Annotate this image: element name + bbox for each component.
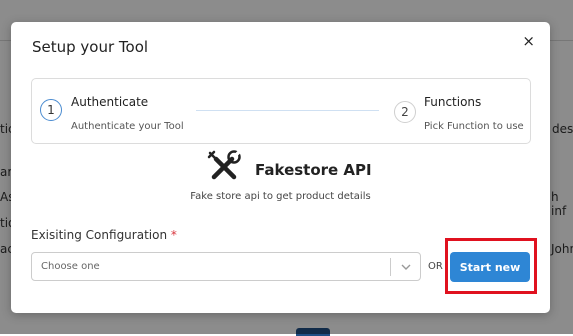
config-label-text: Exisiting Configuration bbox=[31, 228, 168, 242]
setup-tool-modal: Setup your Tool × 1 Authenticate Authent… bbox=[11, 22, 550, 313]
start-new-button[interactable]: Start new bbox=[450, 252, 530, 282]
stepper: 1 Authenticate Authenticate your Tool 2 … bbox=[31, 78, 531, 144]
config-label: Exisiting Configuration * bbox=[31, 228, 177, 242]
step-1-title[interactable]: Authenticate bbox=[71, 95, 148, 109]
close-icon[interactable]: × bbox=[522, 34, 535, 49]
step-connector bbox=[196, 110, 379, 111]
or-text: OR bbox=[428, 261, 443, 272]
configuration-select[interactable]: Choose one bbox=[31, 252, 421, 281]
step-2-title[interactable]: Functions bbox=[424, 95, 481, 109]
step-2-subtitle: Pick Function to use bbox=[424, 121, 524, 132]
modal-title: Setup your Tool bbox=[32, 38, 149, 56]
step-1-number: 1 bbox=[40, 99, 62, 121]
chevron-down-icon[interactable] bbox=[400, 261, 412, 273]
tools-icon bbox=[207, 150, 241, 180]
step-2-number: 2 bbox=[394, 101, 416, 123]
required-mark: * bbox=[170, 228, 177, 242]
select-separator bbox=[390, 258, 391, 276]
tool-name: Fakestore API bbox=[255, 161, 372, 179]
tool-description: Fake store api to get product details bbox=[190, 191, 371, 202]
select-placeholder: Choose one bbox=[41, 261, 100, 272]
step-1-subtitle: Authenticate your Tool bbox=[71, 121, 184, 132]
